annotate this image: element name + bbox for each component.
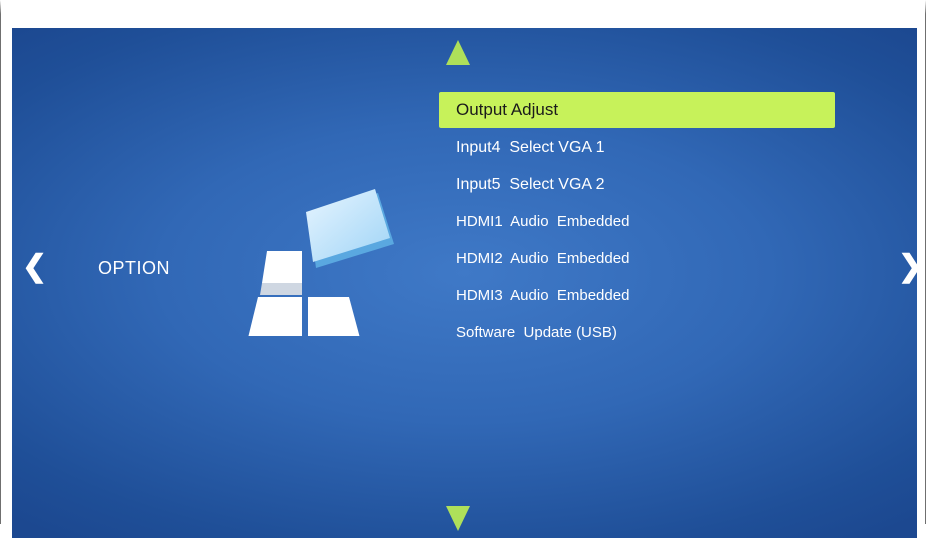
blue-tile xyxy=(306,189,394,268)
scroll-up-arrow-icon[interactable] xyxy=(446,40,470,65)
menu-item-label: Output Adjust xyxy=(456,100,559,119)
menu-item-hdmi1-audio[interactable]: HDMI1 Audio Embedded xyxy=(439,203,835,240)
menu-item-hdmi2-audio[interactable]: HDMI2 Audio Embedded xyxy=(439,240,835,277)
scroll-down-arrow-icon[interactable] xyxy=(446,506,470,531)
menu-item-label: Input5 Select VGA 2 xyxy=(456,176,605,193)
menu-item-label: HDMI2 Audio Embedded xyxy=(456,250,630,267)
option-tiles-icon xyxy=(248,189,394,336)
osd-screen: ❮ OPTION Output Adjust Input4 Select VGA… xyxy=(12,28,917,538)
nav-right-chevron-icon[interactable]: ❯ xyxy=(898,252,917,282)
white-tile-bottom-left xyxy=(248,297,302,336)
menu-item-label: HDMI1 Audio Embedded xyxy=(456,213,630,230)
nav-left-chevron-icon[interactable]: ❮ xyxy=(22,252,47,282)
menu-item-hdmi3-audio[interactable]: HDMI3 Audio Embedded xyxy=(439,277,835,314)
menu-item-label: Input4 Select VGA 1 xyxy=(456,139,605,156)
white-tile-bottom-right xyxy=(308,297,360,336)
menu-item-input4-select[interactable]: Input4 Select VGA 1 xyxy=(439,129,835,166)
white-tile-top xyxy=(260,251,302,295)
page-title: OPTION xyxy=(98,258,171,278)
menu-item-label: HDMI3 Audio Embedded xyxy=(456,287,630,304)
option-menu: Output Adjust Input4 Select VGA 1 Input5… xyxy=(439,92,835,351)
menu-item-software-update[interactable]: Software Update (USB) xyxy=(439,314,835,351)
menu-item-label: Software Update (USB) xyxy=(456,324,617,341)
menu-item-input5-select[interactable]: Input5 Select VGA 2 xyxy=(439,166,835,203)
display-frame: ❮ OPTION Output Adjust Input4 Select VGA… xyxy=(0,0,926,538)
menu-item-output-adjust[interactable]: Output Adjust xyxy=(439,92,835,128)
